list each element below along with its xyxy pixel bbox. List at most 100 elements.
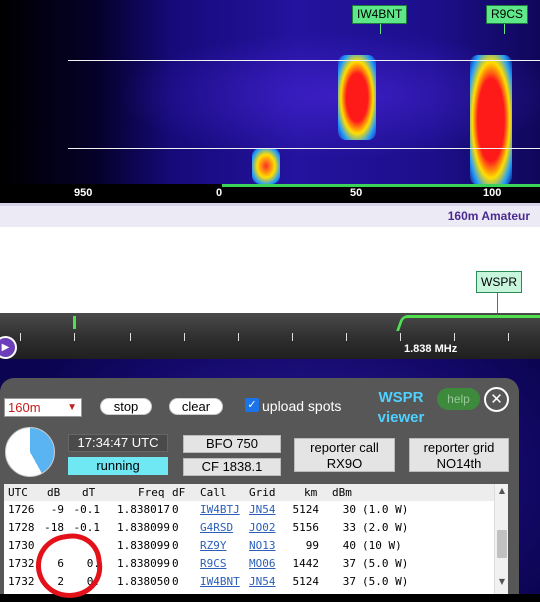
cell-watts: (5.0 W) xyxy=(362,575,409,588)
col-dbm: dBm xyxy=(332,486,352,499)
cell-freq: 1.838050 xyxy=(117,575,170,588)
cell-utc: 1730 xyxy=(8,539,35,552)
reporter-grid-box[interactable]: reporter grid NO14th xyxy=(409,438,509,472)
col-freq: Freq xyxy=(138,486,165,499)
cell-grid[interactable]: NO13 xyxy=(249,537,279,554)
dial-tick xyxy=(238,333,239,341)
dial-tick xyxy=(346,333,347,341)
bfo-display: BFO 750 xyxy=(183,435,281,453)
cell-freq: 1.838017 xyxy=(117,503,170,516)
scale-label: 100 xyxy=(483,187,502,199)
cell-km: 5124 xyxy=(292,575,320,588)
clear-button[interactable]: clear xyxy=(169,398,223,415)
cell-dbm: 40 xyxy=(342,539,356,552)
cell-freq: 1.838099 xyxy=(117,521,170,534)
dial-tick xyxy=(184,333,185,341)
table-header: UTC dB dT Freq dF Call Grid km dBm xyxy=(4,484,494,501)
cell-grid[interactable]: MO06 xyxy=(249,555,279,572)
col-km: km xyxy=(304,486,318,499)
cell-watts: (5.0 W) xyxy=(362,557,409,570)
table-scrollbar[interactable]: ▲ ▼ xyxy=(494,484,508,594)
dial-tick xyxy=(400,333,401,341)
waterfall-display[interactable]: IW4BNT R9CS 950 0 50 100 xyxy=(0,0,540,203)
band-select-value: 160m xyxy=(8,400,41,415)
callout-stem xyxy=(380,24,381,34)
cell-call[interactable]: RZ9Y xyxy=(200,537,245,554)
col-df: dF xyxy=(172,486,186,499)
dial-tick xyxy=(292,333,293,341)
cell-grid[interactable]: JN54 xyxy=(249,501,279,518)
dial-frequency-label: 1.838 MHz xyxy=(404,343,458,355)
frequency-dial[interactable]: 1.838 MHz xyxy=(0,313,540,359)
cell-dbm: 30 xyxy=(342,503,356,516)
cell-km: 1442 xyxy=(292,557,320,570)
dial-tick xyxy=(74,333,75,341)
reporter-call-value: RX9O xyxy=(326,456,363,471)
col-utc: UTC xyxy=(8,486,28,499)
upload-spots-label: upload spots xyxy=(262,398,342,414)
cell-dbm: 37 xyxy=(342,557,356,570)
dial-tick xyxy=(20,333,21,341)
cell-call[interactable]: G4RSD xyxy=(200,519,245,536)
cell-call[interactable]: R9CS xyxy=(200,555,245,572)
wspr-viewer-title: WSPR viewer xyxy=(377,389,425,426)
band-bar: 160m Amateur xyxy=(0,203,540,227)
cell-df: 0 xyxy=(172,539,179,552)
reporter-call-label: reporter call xyxy=(310,440,379,455)
dial-tick xyxy=(130,333,131,341)
cell-call[interactable]: IW4BTJ xyxy=(200,501,245,518)
dial-marker xyxy=(73,316,76,329)
cell-grid[interactable]: JO02 xyxy=(249,519,279,536)
cell-df: 0 xyxy=(172,503,179,516)
cycle-progress-pie xyxy=(5,427,55,477)
band-label: 160m Amateur xyxy=(447,209,530,223)
reporter-call-box[interactable]: reporter call RX9O xyxy=(294,438,395,472)
cell-grid[interactable]: JN54 xyxy=(249,573,279,590)
wspr-band-tag[interactable]: WSPR xyxy=(476,271,522,293)
close-icon[interactable]: ✕ xyxy=(484,387,509,412)
cell-df: 0 xyxy=(172,557,179,570)
cell-km: 5124 xyxy=(292,503,320,516)
cell-df: 0 xyxy=(172,521,179,534)
col-grid: Grid xyxy=(249,486,276,499)
cell-freq: 1.838099 xyxy=(117,539,170,552)
scroll-thumb[interactable] xyxy=(497,530,507,558)
dial-tick xyxy=(454,333,455,341)
cell-dt: -0.1 xyxy=(73,503,101,516)
band-select[interactable]: 160m ▼ xyxy=(4,398,82,417)
scale-label: 950 xyxy=(74,187,93,199)
callout-stem xyxy=(504,24,505,34)
signal-trace-iw4bnt xyxy=(338,55,376,140)
cell-watts: (1.0 W) xyxy=(362,503,409,516)
callout-r9cs[interactable]: R9CS xyxy=(486,5,529,24)
cell-watts: (2.0 W) xyxy=(362,521,409,534)
passband-bar xyxy=(222,184,540,187)
help-button[interactable]: help xyxy=(437,388,480,410)
cell-dbm: 33 xyxy=(342,521,356,534)
stop-button[interactable]: stop xyxy=(100,398,152,415)
waterfall-field xyxy=(0,0,540,185)
signal-trace-r9cs xyxy=(470,55,512,185)
status-indicator: running xyxy=(68,457,168,475)
callout-iw4bnt[interactable]: IW4BNT xyxy=(352,5,408,24)
dial-tick xyxy=(508,333,509,341)
time-marker-line xyxy=(68,60,540,61)
scroll-down-icon[interactable]: ▼ xyxy=(495,577,508,586)
cf-display: CF 1838.1 xyxy=(183,458,281,476)
col-call: Call xyxy=(200,486,227,499)
scroll-up-icon[interactable]: ▲ xyxy=(495,486,508,495)
cell-km: 99 xyxy=(305,539,319,552)
cell-db: -18 xyxy=(44,521,64,534)
cell-df: 0 xyxy=(172,575,179,588)
cell-dbm: 37 xyxy=(342,575,356,588)
wspr-tag-stem xyxy=(497,293,498,313)
cell-watts: (10 W) xyxy=(362,539,402,552)
col-dt: dT xyxy=(82,486,96,499)
cell-call[interactable]: IW4BNT xyxy=(200,573,245,590)
cell-db: -9 xyxy=(50,503,64,516)
table-row[interactable]: 1726 -9 -0.1 1.838017 0 IW4BTJ JN54 5124 30 (1.0 … xyxy=(4,501,494,518)
upload-spots-checkbox[interactable]: ✓ xyxy=(245,398,259,412)
spectrum-display[interactable]: WSPR xyxy=(0,227,540,313)
reporter-grid-label: reporter grid xyxy=(423,440,495,455)
time-marker-line xyxy=(68,148,540,149)
